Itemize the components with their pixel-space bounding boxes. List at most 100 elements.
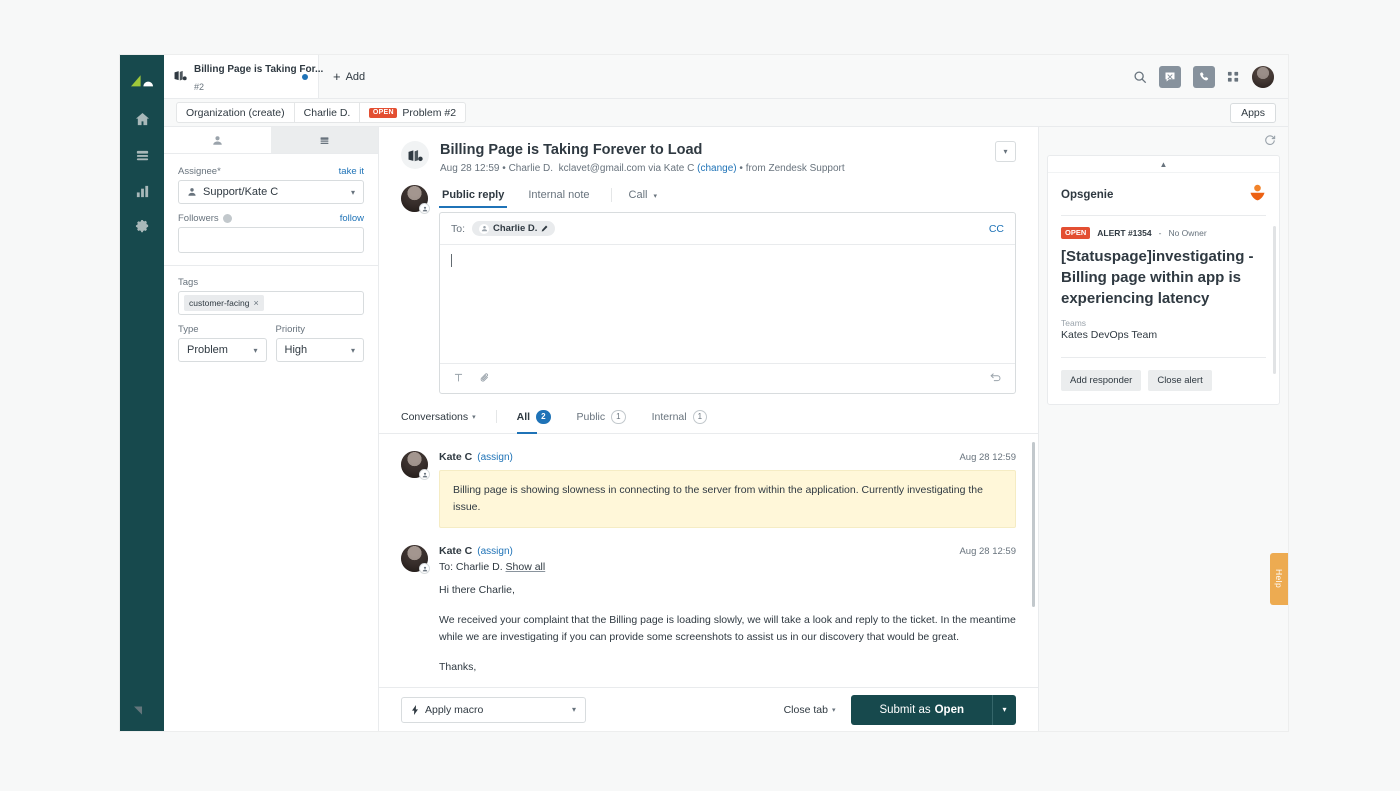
close-alert-button[interactable]: Close alert [1148, 369, 1212, 391]
text-format-icon[interactable] [453, 370, 464, 388]
ticket-channel: from Zendesk Support [745, 163, 845, 174]
chat-status-icon[interactable] [1159, 65, 1181, 88]
to-row: To: Charlie D. CC [440, 213, 1015, 245]
ticket-action-bar: Apply macro ▾ Close tab ▾ Submit as Open [379, 687, 1038, 731]
breadcrumb: Organization (create) Charlie D. OPEN Pr… [176, 102, 467, 123]
refresh-icon[interactable] [1047, 133, 1280, 155]
assignee-value: Support/Kate C [203, 186, 279, 198]
assignee-user-icon [188, 188, 196, 196]
sidebar-item-admin[interactable] [120, 209, 164, 245]
tab-label: Public reply [442, 188, 505, 201]
alert-status-badge: OPEN [1061, 227, 1091, 239]
user-avatar[interactable] [1252, 65, 1274, 88]
apps-scrollbar[interactable] [1273, 226, 1276, 374]
collapse-panel-button[interactable]: ▲ [1048, 156, 1279, 173]
search-icon[interactable] [1133, 70, 1147, 84]
alert-title[interactable]: [Statuspage]investigating - Billing page… [1061, 246, 1266, 309]
user-icon [213, 135, 222, 145]
comment-timestamp: Aug 28 12:59 [959, 546, 1016, 557]
teams-label: Teams [1061, 317, 1087, 328]
recipient-name: Charlie D. [493, 223, 538, 234]
ticket-tab-active[interactable]: Billing Page is Taking For... #2 [164, 55, 323, 98]
zendesk-agent-window: Billing Page is Taking For... #2 + Add O… [120, 55, 1288, 731]
close-tab-button[interactable]: Close tab ▾ [784, 704, 836, 716]
properties-tabs [164, 127, 378, 154]
to-label: To: [451, 222, 466, 235]
edit-pencil-icon[interactable] [541, 225, 548, 232]
assign-link[interactable]: (assign) [477, 546, 513, 557]
assignee-select[interactable]: Support/Kate C ▾ [178, 180, 364, 204]
products-grid-icon[interactable] [1227, 70, 1240, 83]
conversations-label: Conversations [401, 410, 469, 423]
lightning-icon [412, 704, 418, 715]
take-it-link[interactable]: take it [339, 166, 364, 177]
cc-button[interactable]: CC [989, 223, 1004, 235]
sidebar-item-views[interactable] [120, 137, 164, 173]
submit-options-button[interactable]: ▾ [992, 694, 1016, 725]
close-tab-label: Close tab [783, 703, 828, 716]
show-all-link[interactable]: Show all [506, 561, 546, 573]
comment-timestamp: Aug 28 12:59 [959, 452, 1016, 463]
sidebar-item-reporting[interactable] [120, 173, 164, 209]
sidebar-item-home[interactable] [120, 101, 164, 137]
follow-link[interactable]: follow [340, 213, 364, 224]
tab-public-reply[interactable]: Public reply [439, 188, 508, 208]
ticket-header-text: Billing Page is Taking Forever to Load A… [440, 141, 845, 175]
tab-ticket[interactable] [271, 127, 378, 153]
comment-header: Kate C (assign) Aug 28 12:59 [439, 545, 1016, 557]
unread-dot-icon [302, 73, 308, 80]
undo-icon[interactable] [989, 370, 1002, 388]
submit-button[interactable]: Submit as Open [851, 694, 992, 725]
chevron-down-icon: ▾ [571, 705, 576, 714]
tab-user[interactable] [164, 127, 271, 153]
comment-paragraph: Thanks, [439, 661, 477, 673]
ticket-options-button[interactable]: ▾ [995, 141, 1016, 162]
remove-tag-icon[interactable]: × [253, 298, 258, 308]
apply-macro-select[interactable]: Apply macro ▾ [401, 696, 586, 723]
teams-value: Kates DevOps Team [1061, 328, 1158, 341]
filter-public[interactable]: Public 1 [577, 409, 626, 434]
comment-paragraph: We received your complaint that the Bill… [439, 614, 1016, 643]
conversations-dropdown[interactable]: Conversations ▾ [401, 411, 476, 433]
ticket-tab-bar: Billing Page is Taking For... #2 + Add [164, 55, 1288, 99]
type-select[interactable]: Problem ▾ [178, 338, 267, 362]
help-tab-label: Help [1274, 569, 1284, 589]
tags-label: Tags [178, 277, 199, 288]
talk-icon[interactable] [1193, 65, 1215, 88]
priority-select[interactable]: High ▾ [275, 338, 364, 362]
change-requester-link[interactable]: (change) [697, 163, 736, 174]
comment-text: Hi there Charlie, We received your compl… [439, 582, 1016, 676]
info-icon[interactable] [222, 214, 232, 223]
tab-call[interactable]: Call ▾ [626, 189, 661, 208]
breadcrumb-item-problem[interactable]: OPEN Problem #2 [360, 103, 465, 122]
opsgenie-logo [1249, 184, 1266, 206]
tags-input[interactable]: customer-facing × [178, 291, 364, 315]
help-tab[interactable]: Help [1270, 553, 1288, 605]
comment-author: Kate C [439, 545, 473, 557]
breadcrumb-item-organization[interactable]: Organization (create) [177, 103, 295, 122]
zendesk-z-logo[interactable] [120, 687, 164, 731]
ticket-email: kclavet@gmail.com via Kate C [558, 163, 695, 174]
chevron-down-icon: ▾ [831, 706, 836, 714]
apps-button[interactable]: Apps [1230, 102, 1276, 123]
assign-link[interactable]: (assign) [477, 452, 513, 463]
comment-avatar [401, 451, 430, 480]
add-responder-button[interactable]: Add responder [1061, 369, 1142, 391]
tag-chip[interactable]: customer-facing × [184, 295, 264, 311]
breadcrumb-item-requester[interactable]: Charlie D. [295, 103, 361, 122]
add-tab-button[interactable]: + Add [319, 55, 379, 98]
comment-body: Kate C (assign) Aug 28 12:59 To: Charlie… [439, 545, 1016, 676]
tab-internal-note[interactable]: Internal note [525, 189, 592, 208]
attachment-icon[interactable] [480, 370, 491, 388]
zendesk-logo[interactable] [120, 59, 164, 101]
internal-note-body: Billing page is showing slowness in conn… [439, 470, 1016, 528]
followers-input[interactable] [178, 227, 364, 253]
editor-toolbar [440, 363, 1015, 393]
composer-avatar [401, 185, 430, 214]
reply-editor[interactable] [440, 245, 1015, 363]
filter-all[interactable]: All 2 [516, 409, 551, 434]
recipient-chip[interactable]: Charlie D. [472, 221, 556, 236]
conversation-scrollbar[interactable] [1032, 442, 1035, 607]
main-area: Billing Page is Taking For... #2 + Add O… [164, 55, 1288, 731]
filter-internal[interactable]: Internal 1 [652, 409, 708, 434]
